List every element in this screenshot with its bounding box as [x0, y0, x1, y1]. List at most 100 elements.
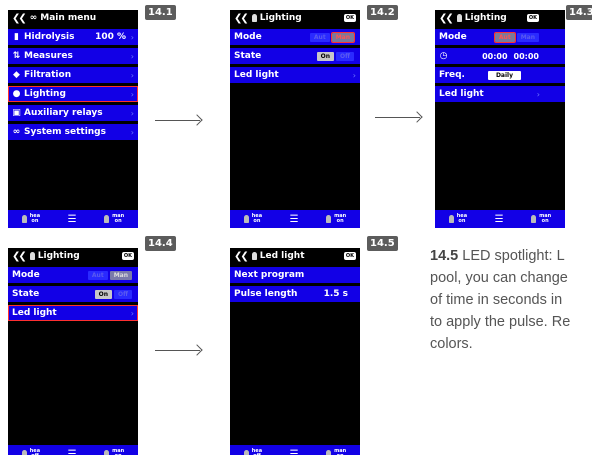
- back-icon[interactable]: ❮❮: [234, 251, 249, 262]
- list-icon[interactable]: ☰: [495, 214, 504, 225]
- state-toggle[interactable]: On Off: [94, 289, 132, 299]
- settings-icon: ∞: [12, 127, 21, 137]
- list-icon[interactable]: ☰: [68, 214, 77, 225]
- footer-bar: hea on ☰ man on: [8, 210, 138, 228]
- list-icon[interactable]: ☰: [290, 449, 299, 455]
- led-light-row[interactable]: Led light ›: [230, 67, 360, 83]
- manual-button[interactable]: manon: [104, 214, 124, 224]
- bulb-icon: [29, 252, 35, 260]
- chevron-right-icon: ›: [130, 70, 134, 80]
- manual-state: on: [114, 218, 122, 224]
- menu-item-filtration[interactable]: ◆ Filtration ›: [8, 67, 138, 83]
- menu-item-hidrolysis[interactable]: ▮ Hidrolysis 100 % ›: [8, 29, 138, 45]
- ok-button[interactable]: OK: [343, 252, 356, 260]
- schedule-times[interactable]: 00:00 00:00: [482, 52, 539, 61]
- measures-icon: ⇅: [12, 51, 21, 61]
- menu-item-measures[interactable]: ⇅ Measures ›: [8, 48, 138, 64]
- chevron-right-icon: ›: [536, 89, 540, 99]
- pulse-length-value[interactable]: 1.5 s: [324, 289, 348, 299]
- pulse-length-row[interactable]: Pulse length 1.5 s: [230, 286, 360, 302]
- manual-button[interactable]: manon: [531, 214, 551, 224]
- mode-option-manual[interactable]: Man: [109, 270, 132, 280]
- mode-option-manual[interactable]: Man: [330, 31, 356, 43]
- state-option-on[interactable]: On: [316, 51, 335, 61]
- bulb-icon: [243, 215, 249, 223]
- end-time[interactable]: 00:00: [514, 52, 539, 61]
- relay-icon: ▣: [12, 108, 21, 118]
- screen-title: Lighting: [37, 251, 80, 261]
- mode-option-auto[interactable]: Aut: [309, 32, 330, 42]
- schedule-row[interactable]: ◷ 00:00 00:00: [435, 48, 565, 64]
- screen-lighting-auto: ❮❮ Lighting OK Mode Aut Man ◷ 00:00 00:0…: [435, 10, 565, 228]
- description-text: 14.5 LED spotlight: L pool, you can chan…: [430, 245, 592, 355]
- manual-state: on: [336, 218, 344, 224]
- heating-button[interactable]: heaoff: [21, 449, 40, 455]
- ok-button[interactable]: OK: [343, 14, 356, 22]
- state-option-off[interactable]: Off: [336, 51, 354, 61]
- back-icon[interactable]: ❮❮: [12, 13, 27, 24]
- pulse-length-label: Pulse length: [234, 289, 298, 299]
- frequency-select[interactable]: Daily: [487, 70, 521, 80]
- menu-item-lighting[interactable]: ● Lighting ›: [8, 86, 138, 102]
- menu-item-system-settings[interactable]: ∞ System settings ›: [8, 124, 138, 140]
- screen-title: Led light: [259, 251, 305, 261]
- back-icon[interactable]: ❮❮: [234, 13, 249, 24]
- step-badge: 14.3: [566, 5, 592, 20]
- next-program-row[interactable]: Next program: [230, 267, 360, 283]
- heating-button[interactable]: heaoff: [243, 449, 262, 455]
- screen-lighting-led-selected: ❮❮ Lighting OK Mode Aut Man State On Off…: [8, 248, 138, 455]
- led-light-label: Led light: [12, 308, 57, 318]
- bulb-icon: [251, 14, 257, 22]
- frequency-label: Freq.: [439, 70, 465, 80]
- arrow-right-icon: [155, 120, 200, 121]
- ok-button[interactable]: OK: [526, 14, 539, 22]
- manual-state: on: [541, 218, 549, 224]
- heating-button[interactable]: hea on: [21, 214, 40, 224]
- manual-button[interactable]: manon: [326, 214, 346, 224]
- start-time[interactable]: 00:00: [482, 52, 507, 61]
- mode-toggle[interactable]: Aut Man: [87, 270, 132, 280]
- heating-state: on: [31, 218, 39, 224]
- bulb-icon: ●: [12, 89, 21, 99]
- screen-title: Lighting: [259, 13, 302, 23]
- next-program-label: Next program: [234, 270, 305, 280]
- heating-state: on: [253, 218, 261, 224]
- step-badge: 14.5: [367, 236, 398, 251]
- menu-item-auxiliary-relays[interactable]: ▣ Auxiliary relays ›: [8, 105, 138, 121]
- footer-bar: heaoff ☰ manon: [230, 445, 360, 455]
- heating-button[interactable]: hea on: [243, 214, 262, 224]
- chevron-right-icon: ›: [130, 32, 134, 42]
- state-option-off[interactable]: Off: [114, 289, 132, 299]
- description-line5: colors.: [430, 336, 473, 352]
- hidrolysis-value: 100 %: [95, 32, 126, 42]
- frequency-row: Freq. Daily: [435, 67, 565, 83]
- mode-toggle[interactable]: Aut Man: [309, 31, 356, 43]
- top-bar: ❮❮ Lighting OK: [230, 10, 360, 26]
- list-icon[interactable]: ☰: [68, 449, 77, 455]
- top-bar: ❮❮ Led light OK: [230, 248, 360, 264]
- state-row: State On Off: [230, 48, 360, 64]
- top-bar: ❮❮ Lighting OK: [435, 10, 565, 26]
- heating-button[interactable]: hea on: [448, 214, 467, 224]
- settings-icon: ∞: [29, 13, 38, 23]
- back-icon[interactable]: ❮❮: [12, 251, 27, 262]
- led-light-row[interactable]: Led light ›: [8, 305, 138, 321]
- manual-button[interactable]: manon: [104, 449, 124, 455]
- heating-state: on: [458, 218, 466, 224]
- mode-option-auto[interactable]: Aut: [87, 270, 108, 280]
- mode-option-manual[interactable]: Man: [516, 32, 539, 42]
- led-light-row[interactable]: Led light ›: [435, 86, 565, 102]
- chevron-right-icon: ›: [130, 308, 134, 318]
- manual-button[interactable]: manon: [326, 449, 346, 455]
- list-icon[interactable]: ☰: [290, 214, 299, 225]
- ok-button[interactable]: OK: [121, 252, 134, 260]
- step-badge: 14.4: [145, 236, 176, 251]
- mode-toggle[interactable]: Aut Man: [493, 31, 539, 43]
- mode-option-auto[interactable]: Aut: [493, 31, 516, 43]
- state-toggle[interactable]: On Off: [316, 51, 354, 61]
- state-option-on[interactable]: On: [94, 289, 113, 299]
- bulb-icon: [243, 450, 249, 455]
- back-icon[interactable]: ❮❮: [439, 13, 454, 24]
- mode-label: Mode: [439, 32, 467, 42]
- description-line4: to apply the pulse. Re: [430, 314, 571, 330]
